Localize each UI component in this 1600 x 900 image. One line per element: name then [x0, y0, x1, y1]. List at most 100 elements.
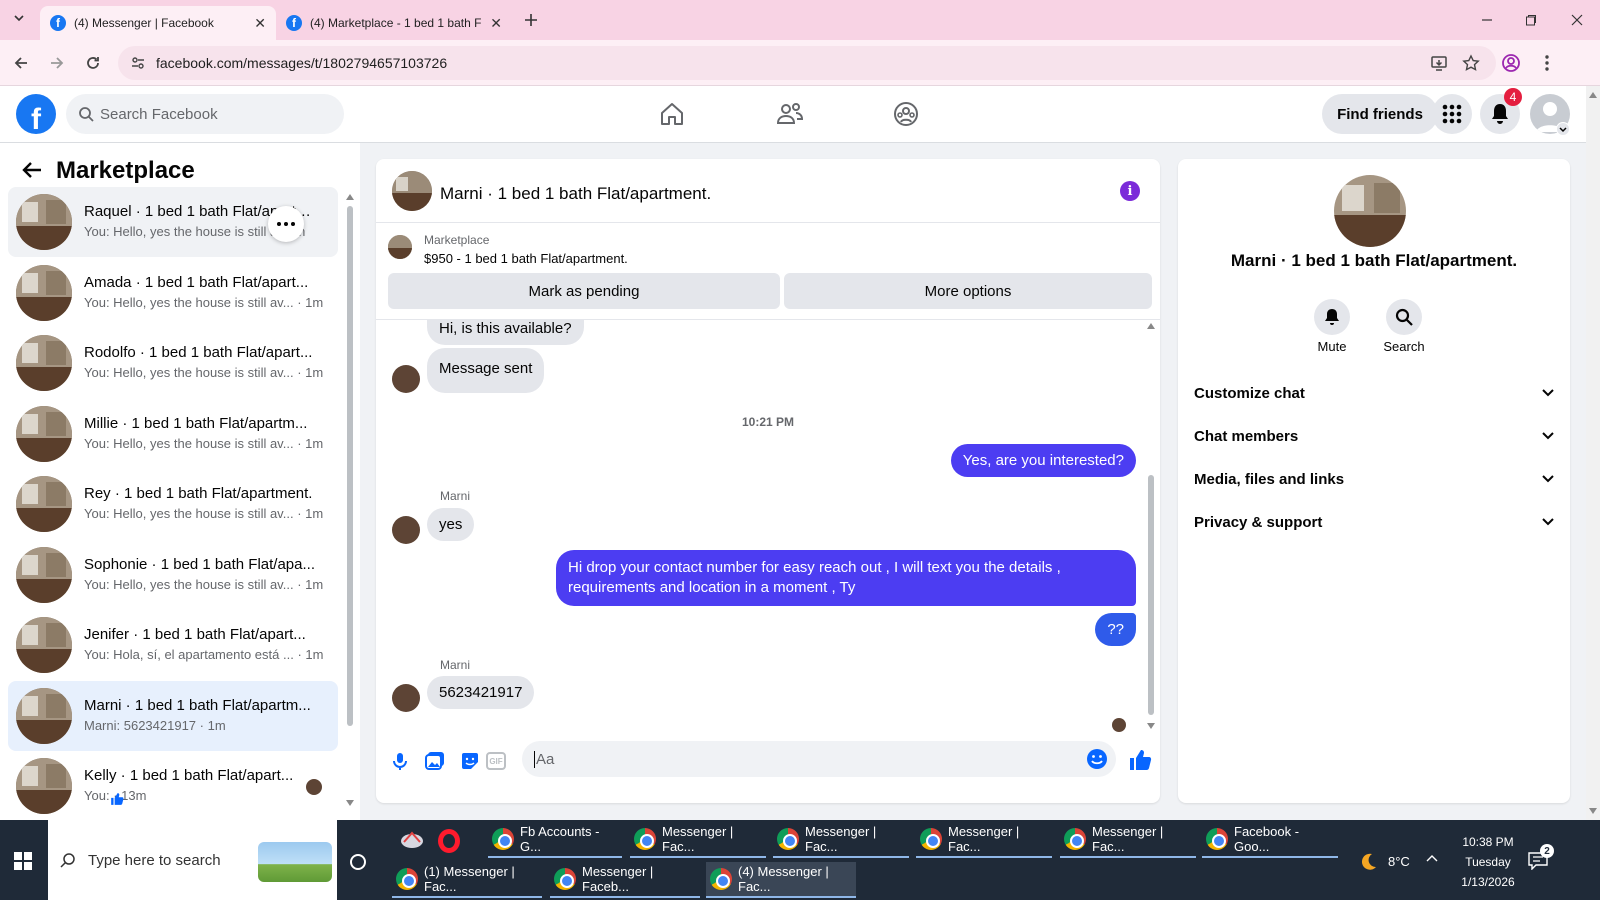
conversation-item[interactable]: Kelly · 1 bed 1 bath Flat/apart... You: ·… — [8, 751, 338, 821]
sticker-icon[interactable] — [460, 751, 480, 771]
taskbar-app-button[interactable]: Messenger | Fac... — [916, 822, 1052, 858]
message-scrollbar[interactable] — [1144, 321, 1158, 737]
mark-as-pending-button[interactable]: Mark as pending — [388, 273, 780, 309]
conversation-preview: You: Hola, sí, el apartamento está ... ·… — [84, 647, 324, 662]
chevron-down-icon — [1542, 432, 1554, 440]
browser-tab-strip: f (4) Messenger | Facebook ✕ f (4) Marke… — [0, 0, 1600, 40]
search-highlight-image — [258, 842, 332, 882]
weather-temperature[interactable]: 8°C — [1388, 854, 1410, 869]
groups-icon[interactable] — [882, 94, 930, 134]
browser-tab-marketplace[interactable]: f (4) Marketplace - 1 bed 1 bath F ✕ — [276, 6, 512, 40]
message-bubble-incoming[interactable]: Message sent — [427, 348, 545, 393]
cortana-icon[interactable] — [350, 854, 366, 870]
pinned-app-icon[interactable] — [400, 830, 424, 852]
close-tab-icon[interactable]: ✕ — [254, 15, 266, 32]
details-section-label: Chat members — [1194, 427, 1299, 445]
message-bubble-incoming[interactable]: yes — [427, 508, 475, 541]
thumbs-up-icon[interactable] — [1128, 748, 1152, 772]
conversation-item[interactable]: Rey · 1 bed 1 bath Flat/apartment. You: H… — [8, 469, 338, 539]
back-arrow-icon[interactable] — [6, 48, 36, 78]
info-icon[interactable]: i — [1120, 181, 1140, 201]
details-section[interactable]: Media, files and links — [1194, 459, 1554, 499]
conversation-item[interactable]: Rodolfo · 1 bed 1 bath Flat/apart... You:… — [8, 328, 338, 398]
message-bubble-incoming[interactable]: Hi, is this available? — [427, 320, 584, 345]
profile-icon[interactable] — [1496, 48, 1526, 78]
restore-icon[interactable] — [1516, 8, 1546, 32]
chrome-icon — [777, 828, 799, 850]
friends-icon[interactable] — [766, 94, 814, 134]
facebook-logo-icon[interactable]: f — [16, 94, 56, 134]
home-icon[interactable] — [648, 94, 696, 134]
back-arrow-icon[interactable] — [22, 161, 42, 179]
more-options-button[interactable]: More options — [784, 273, 1152, 309]
forward-arrow-icon[interactable] — [42, 48, 72, 78]
message-bubble-incoming[interactable]: 5623421917 — [427, 676, 535, 709]
taskbar-app-button[interactable]: (4) Messenger | Fac... — [706, 862, 856, 898]
sender-avatar[interactable] — [392, 516, 420, 544]
page-scrollbar[interactable] — [1586, 86, 1600, 820]
chat-avatar[interactable] — [392, 171, 432, 211]
taskbar-app-button[interactable]: Messenger | Fac... — [1060, 822, 1196, 858]
photo-attach-icon[interactable] — [425, 751, 445, 771]
message-bubble-outgoing[interactable]: ?? — [1095, 613, 1136, 646]
taskbar-search-input[interactable]: Type here to search — [48, 820, 337, 900]
system-clock[interactable]: 10:38 PM Tuesday 1/13/2026 — [1444, 832, 1532, 892]
conversation-preview-text: You: — [84, 788, 110, 803]
taskbar-app-button[interactable]: Fb Accounts - G... — [488, 822, 622, 858]
details-section[interactable]: Customize chat — [1194, 373, 1554, 413]
message-bubble-outgoing[interactable]: Hi drop your contact number for easy rea… — [556, 550, 1136, 606]
conversation-item[interactable]: Amada · 1 bed 1 bath Flat/apart... You: H… — [8, 258, 338, 328]
details-section[interactable]: Privacy & support — [1194, 502, 1554, 542]
address-bar[interactable]: facebook.com/messages/t/1802794657103726 — [118, 46, 1496, 80]
browser-menu-icon[interactable] — [1532, 48, 1562, 78]
sender-avatar[interactable] — [392, 684, 420, 712]
conversation-item[interactable]: Marni · 1 bed 1 bath Flat/apartm... Marni… — [8, 681, 338, 751]
opera-browser-icon[interactable] — [438, 829, 460, 853]
listing-price[interactable]: $950 - 1 bed 1 bath Flat/apartment. — [424, 251, 628, 266]
conversation-item[interactable]: Sophonie · 1 bed 1 bath Flat/apa... You: … — [8, 540, 338, 610]
taskbar-app-button[interactable]: Messenger | Faceb... — [550, 862, 700, 898]
taskbar-app-label: (1) Messenger | Fac... — [424, 864, 515, 894]
details-avatar[interactable] — [1334, 175, 1406, 247]
conversation-preview: You: Hello, yes the house is still av...… — [84, 577, 324, 592]
gif-icon[interactable]: GIF — [486, 752, 506, 770]
sender-avatar[interactable] — [392, 365, 420, 393]
install-app-icon[interactable] — [1430, 54, 1448, 72]
new-tab-icon[interactable] — [516, 8, 546, 32]
listing-thumbnail[interactable] — [388, 235, 412, 259]
conversation-item[interactable]: Jenifer · 1 bed 1 bath Flat/apart... You:… — [8, 610, 338, 680]
message-bubble-outgoing[interactable]: Yes, are you interested? — [950, 444, 1136, 477]
bookmark-star-icon[interactable] — [1462, 54, 1480, 72]
taskbar-app-button[interactable]: Messenger | Fac... — [630, 822, 766, 858]
browser-tab-messenger[interactable]: f (4) Messenger | Facebook ✕ — [40, 6, 276, 40]
minimize-icon[interactable] — [1472, 8, 1502, 32]
conversation-item[interactable]: Millie · 1 bed 1 bath Flat/apartm... You:… — [8, 399, 338, 469]
account-chevron-icon[interactable] — [1556, 122, 1570, 136]
microphone-icon[interactable] — [390, 751, 410, 771]
taskbar-app-button[interactable]: Messenger | Fac... — [773, 822, 909, 858]
conversation-more-options-icon[interactable] — [268, 206, 304, 242]
search-icon — [1386, 299, 1422, 335]
show-hidden-icons-chevron-icon[interactable] — [1426, 854, 1438, 862]
search-placeholder: Search Facebook — [100, 105, 218, 123]
search-facebook-input[interactable]: Search Facebook — [66, 94, 344, 134]
tab-search-chevron-icon[interactable] — [4, 6, 34, 30]
menu-grid-icon[interactable] — [1432, 94, 1472, 134]
close-window-icon[interactable] — [1562, 8, 1592, 32]
mute-button[interactable] — [1314, 299, 1350, 335]
taskbar-app-button[interactable]: Facebook - Goo... — [1202, 822, 1338, 858]
search-conversation-button[interactable] — [1386, 299, 1422, 335]
chat-title[interactable]: Marni · 1 bed 1 bath Flat/apartment. — [440, 184, 711, 204]
conversation-time: · 1m — [297, 506, 324, 521]
site-settings-icon[interactable] — [130, 55, 146, 71]
conversation-name: Millie · 1 bed 1 bath Flat/apartm... — [84, 415, 308, 432]
message-composer-input[interactable]: Aa — [522, 741, 1116, 777]
find-friends-button[interactable]: Find friends — [1322, 94, 1438, 134]
reload-icon[interactable] — [78, 48, 108, 78]
taskbar-app-button[interactable]: (1) Messenger | Fac... — [392, 862, 542, 898]
details-section[interactable]: Chat members — [1194, 416, 1554, 456]
emoji-icon[interactable] — [1086, 748, 1108, 770]
windows-start-icon[interactable] — [14, 852, 32, 870]
conversation-list-scrollbar[interactable] — [343, 194, 357, 808]
close-tab-icon[interactable]: ✕ — [490, 15, 502, 32]
